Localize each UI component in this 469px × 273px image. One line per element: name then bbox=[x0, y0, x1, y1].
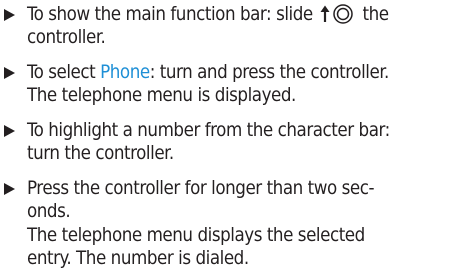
step-select-phone: To select Phone: turn and press the cont… bbox=[4, 61, 465, 107]
bullet-arrow-icon bbox=[4, 9, 15, 21]
step-result-line: The telephone menu displays the selected bbox=[27, 224, 365, 246]
bullet-arrow-icon bbox=[4, 67, 15, 80]
step-result-line: entry. The number is dialed. bbox=[27, 247, 249, 269]
step-line: turn the controller. bbox=[27, 143, 174, 165]
phone-menu-keyword: Phone bbox=[100, 62, 150, 84]
step-line: To show the main function bar: slide the bbox=[27, 3, 465, 26]
step-press-controller: Press the controller for longer than two… bbox=[4, 177, 465, 270]
step-text: : turn and press the controller. bbox=[149, 62, 390, 84]
step-line: controller. bbox=[27, 27, 106, 49]
step-line: To select Phone: turn and press the cont… bbox=[27, 61, 465, 84]
bullet-arrow-icon bbox=[4, 125, 15, 138]
step-result-line: The telephone menu is displayed. bbox=[27, 85, 296, 107]
instruction-list: To show the main function bar: slide the… bbox=[0, 0, 469, 273]
bullet-arrow-icon bbox=[4, 183, 15, 196]
step-line: onds. bbox=[27, 201, 71, 223]
step-text: the bbox=[357, 4, 389, 25]
step-show-function-bar: To show the main function bar: slide the… bbox=[4, 3, 465, 49]
step-line: Press the controller for longer than two… bbox=[27, 178, 375, 200]
step-line: To highlight a number from the character… bbox=[27, 120, 390, 142]
slide-up-controller-icon bbox=[319, 4, 357, 24]
step-text: To show the main function bar: slide bbox=[27, 4, 318, 25]
step-text: To select bbox=[27, 62, 101, 84]
step-highlight-number: To highlight a number from the character… bbox=[4, 119, 465, 165]
